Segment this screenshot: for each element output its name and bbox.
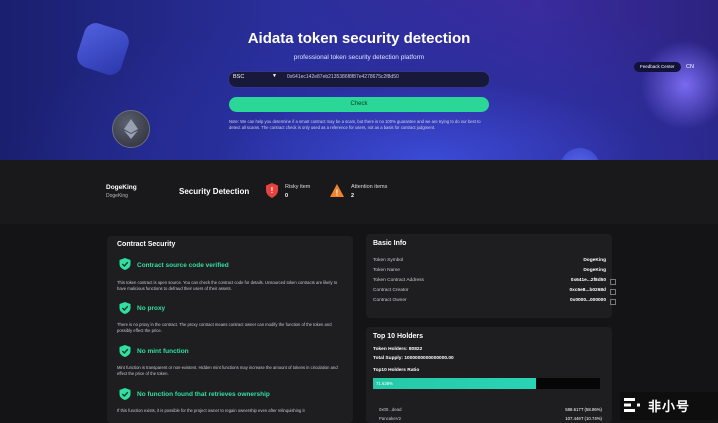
check-item-desc: This token contract is open source. You … [117,280,338,291]
ethereum-coin-icon [112,110,150,148]
shield-check-icon [119,388,131,400]
check-item-title: No mint function [137,348,189,355]
svg-text:!: ! [271,186,274,195]
chevron-down-icon[interactable]: ▼ [272,73,277,79]
basic-info-label: Token Name [373,268,400,273]
shield-check-icon [119,258,131,270]
language-switch[interactable]: CN [686,64,694,70]
top-holders-title: Top 10 Holders [373,333,424,340]
check-item-desc: If this function exists, it is possible … [117,408,305,413]
top10-ratio-label: Top10 Holders Ratio [373,368,420,373]
basic-info-title: Basic Info [373,240,407,247]
copy-icon[interactable] [610,279,616,285]
check-item-desc: There is no proxy in the contract. The p… [117,322,332,333]
check-item-title: No proxy [137,305,166,312]
security-detection-title: Security Detection [179,187,250,196]
token-contract-address[interactable]: 0x641e...2f8d50 [571,278,606,283]
basic-info-label: Token Contract Address [373,278,424,283]
risky-item-label: Risky item [285,184,311,190]
token-summary-bar [0,160,718,224]
decorative-link-icon [74,20,132,78]
holder-address[interactable]: PancakeV2 [379,416,401,421]
token-holders-count: Token Holders: 80822 [373,347,423,352]
holder-amount: 107.446T (10.74%) [565,416,602,421]
basic-info-label: Token Symbol [373,258,404,263]
warning-triangle-icon: ! [330,184,344,197]
basic-info-label: Contract Creator [373,288,409,293]
contract-owner-address[interactable]: 0x0000...000000 [570,298,606,303]
basic-info-value: DogeKing [583,258,606,263]
feixiaohao-logo-icon [624,398,640,412]
contract-creator-address[interactable]: 0xc5e8...b0268d [569,288,606,293]
attention-items-label: Attention items [351,184,388,190]
risky-item-count: 0 [285,193,289,199]
page-title: Aidata token security detection [247,30,471,47]
token-symbol: DogeKing [106,193,128,199]
token-name: DogeKing [106,184,137,191]
attention-items-count: 2 [351,193,355,199]
copy-icon[interactable] [610,289,616,295]
copy-icon[interactable] [610,299,616,305]
holder-address[interactable]: 0x00...dead [379,407,401,412]
feedback-center-button[interactable]: Feedback Center [634,62,681,72]
risk-shield-icon: ! [266,183,278,198]
contract-address-input[interactable]: 0x641ec142e87eb2135386f8f87e4278675c2f8d… [287,74,399,80]
check-item-title: Contract source code verified [137,262,229,269]
contract-security-title: Contract Security [117,241,176,248]
shield-check-icon [119,345,131,357]
watermark-text: 非小号 [648,399,691,414]
shield-check-icon [119,302,131,314]
check-button[interactable]: Check [229,97,489,112]
page-subtitle: professional token security detection pl… [293,54,425,61]
total-supply: Total Supply: 1000000000000000.00 [373,356,454,361]
basic-info-value: DogeKing [583,268,606,273]
check-item-desc: Mint function is transparent or non-exis… [117,365,338,376]
svg-text:!: ! [336,189,339,198]
disclaimer-note: Note: We can help you determine if a sma… [229,119,481,130]
top10-ratio-fill [373,378,536,389]
check-item-title: No function found that retrieves ownersh… [137,391,270,398]
chain-select[interactable]: BSC [233,74,244,80]
top10-ratio-value: 71.638% [376,381,393,386]
holder-amount: 588.617T (58.86%) [565,407,602,412]
basic-info-label: Contract Owner [373,298,407,303]
